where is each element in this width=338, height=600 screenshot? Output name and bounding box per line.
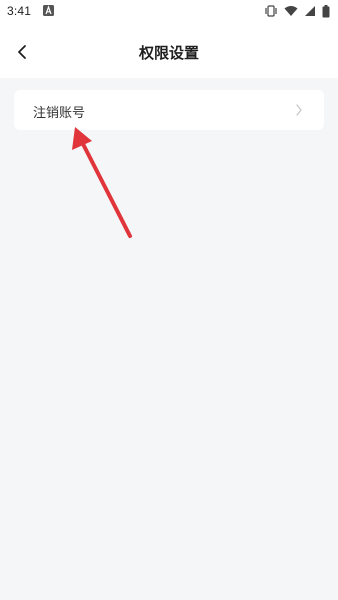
navigation-bar: 权限设置 (0, 24, 338, 78)
wifi-icon (284, 6, 298, 16)
list-item-label: 注销账号 (33, 105, 86, 120)
status-bar: 3:41 (0, 0, 338, 24)
status-icons (264, 4, 330, 18)
battery-icon (322, 4, 330, 17)
signal-icon (305, 6, 315, 16)
vibrate-icon (265, 5, 277, 17)
status-time: 3:41 (7, 4, 32, 18)
page-title: 权限设置 (138, 45, 199, 62)
chevron-right-icon (296, 104, 302, 116)
list-item-cancel-account[interactable]: 注销账号 (14, 90, 324, 130)
font-a-icon (43, 5, 54, 16)
